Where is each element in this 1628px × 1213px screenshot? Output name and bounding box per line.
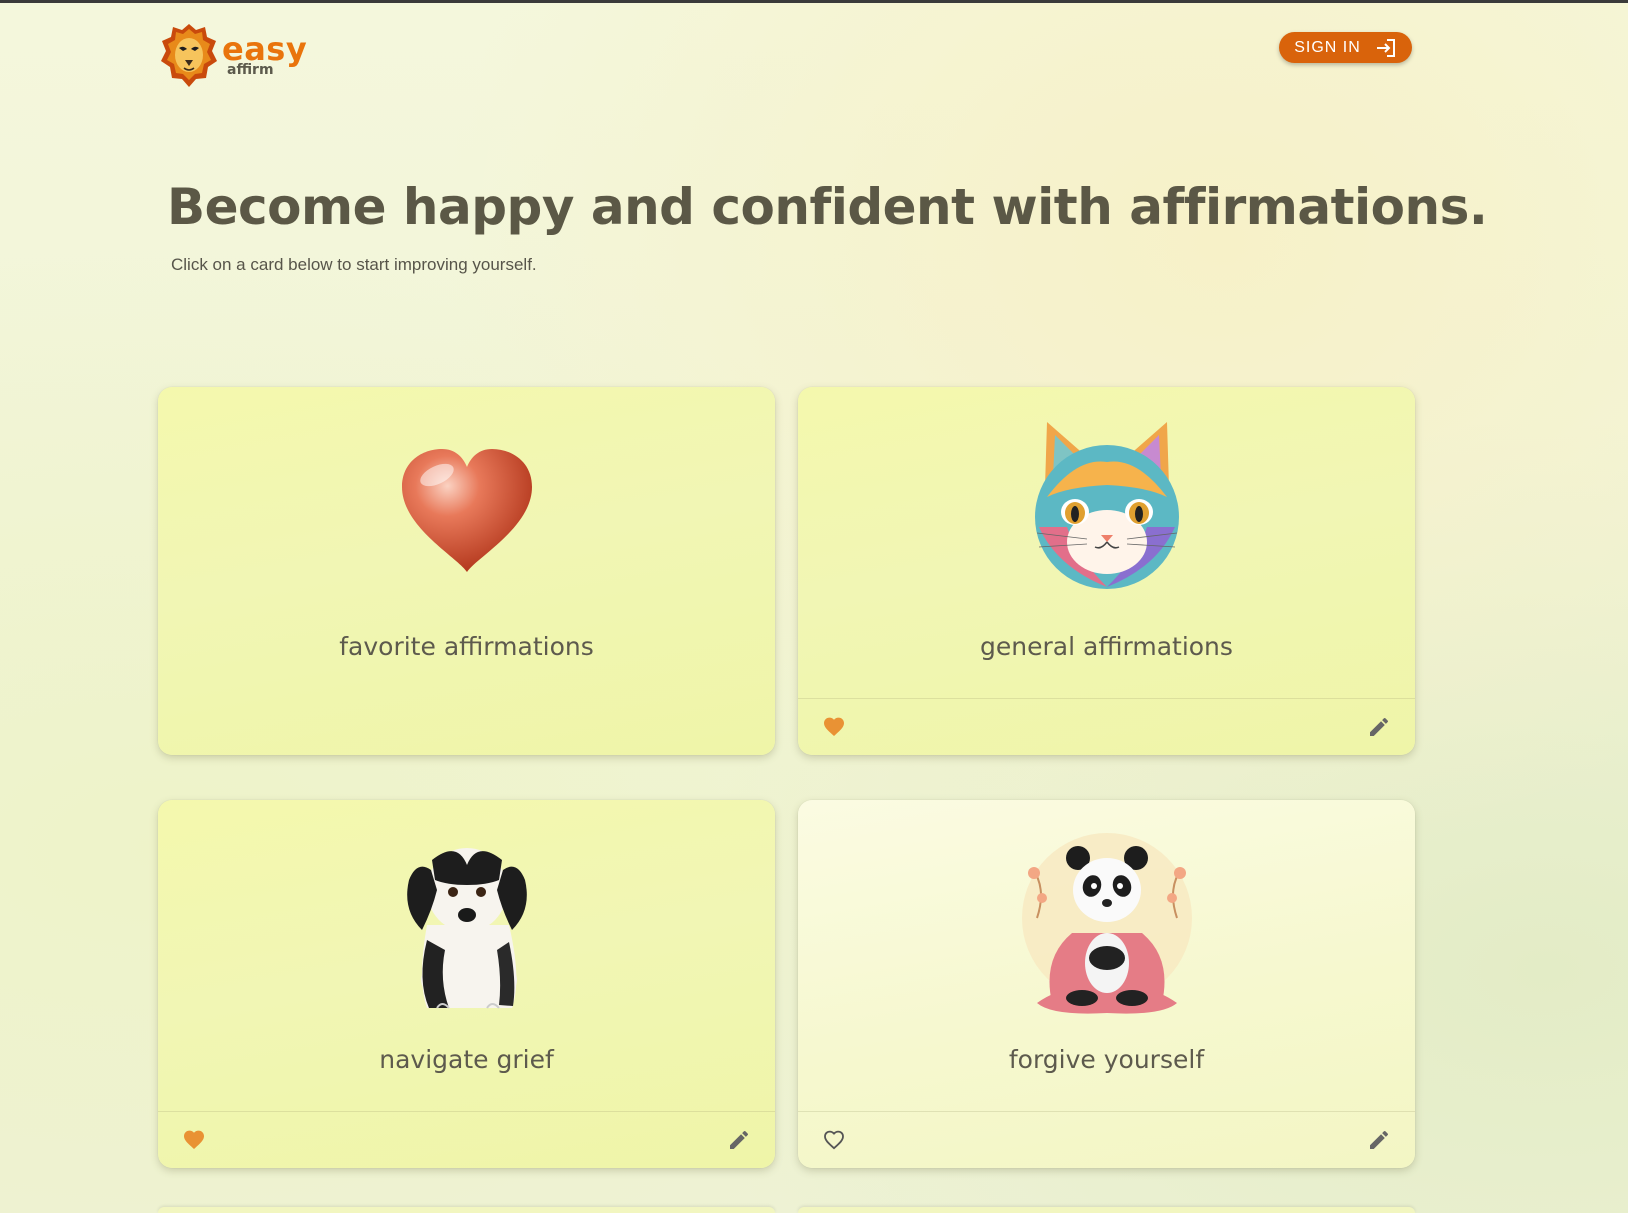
card-label: forgive yourself [1008, 1045, 1205, 1074]
card-forgive-yourself[interactable]: forgive yourself [798, 800, 1415, 1168]
sign-in-label: SIGN IN [1294, 38, 1361, 56]
puppy-image [406, 848, 527, 1009]
sign-in-button[interactable]: SIGN IN [1279, 32, 1412, 63]
brand-name-primary: easy [222, 30, 308, 68]
card-footer [798, 698, 1415, 755]
top-border [0, 0, 1628, 3]
card-footer [158, 1111, 775, 1168]
lion-logo-icon [161, 24, 217, 87]
heart-filled-icon[interactable] [822, 715, 846, 739]
card-peek[interactable] [798, 1207, 1415, 1213]
page-subtitle: Click on a card below to start improving… [171, 255, 537, 274]
pencil-icon[interactable] [1367, 715, 1391, 739]
card-label: general affirmations [980, 632, 1233, 661]
pencil-icon[interactable] [1367, 1128, 1391, 1152]
card-label: favorite affirmations [339, 632, 594, 661]
card-label: navigate grief [379, 1045, 554, 1074]
brand-logo[interactable]: easy affirm [160, 22, 307, 88]
panda-image [1021, 833, 1192, 1014]
cat-image [1034, 422, 1179, 589]
card-peek[interactable] [158, 1207, 775, 1213]
heart-outline-icon[interactable] [822, 1128, 846, 1152]
login-icon [1376, 38, 1395, 57]
page-title: Become happy and confident with affirmat… [167, 178, 1488, 236]
card-favorite-affirmations[interactable]: favorite affirmations [158, 387, 775, 755]
heart-filled-icon[interactable] [182, 1128, 206, 1152]
card-footer [798, 1111, 1415, 1168]
heart-image [401, 449, 532, 572]
pencil-icon[interactable] [727, 1128, 751, 1152]
card-navigate-grief[interactable]: navigate grief [158, 800, 775, 1168]
card-general-affirmations[interactable]: general affirmations [798, 387, 1415, 755]
